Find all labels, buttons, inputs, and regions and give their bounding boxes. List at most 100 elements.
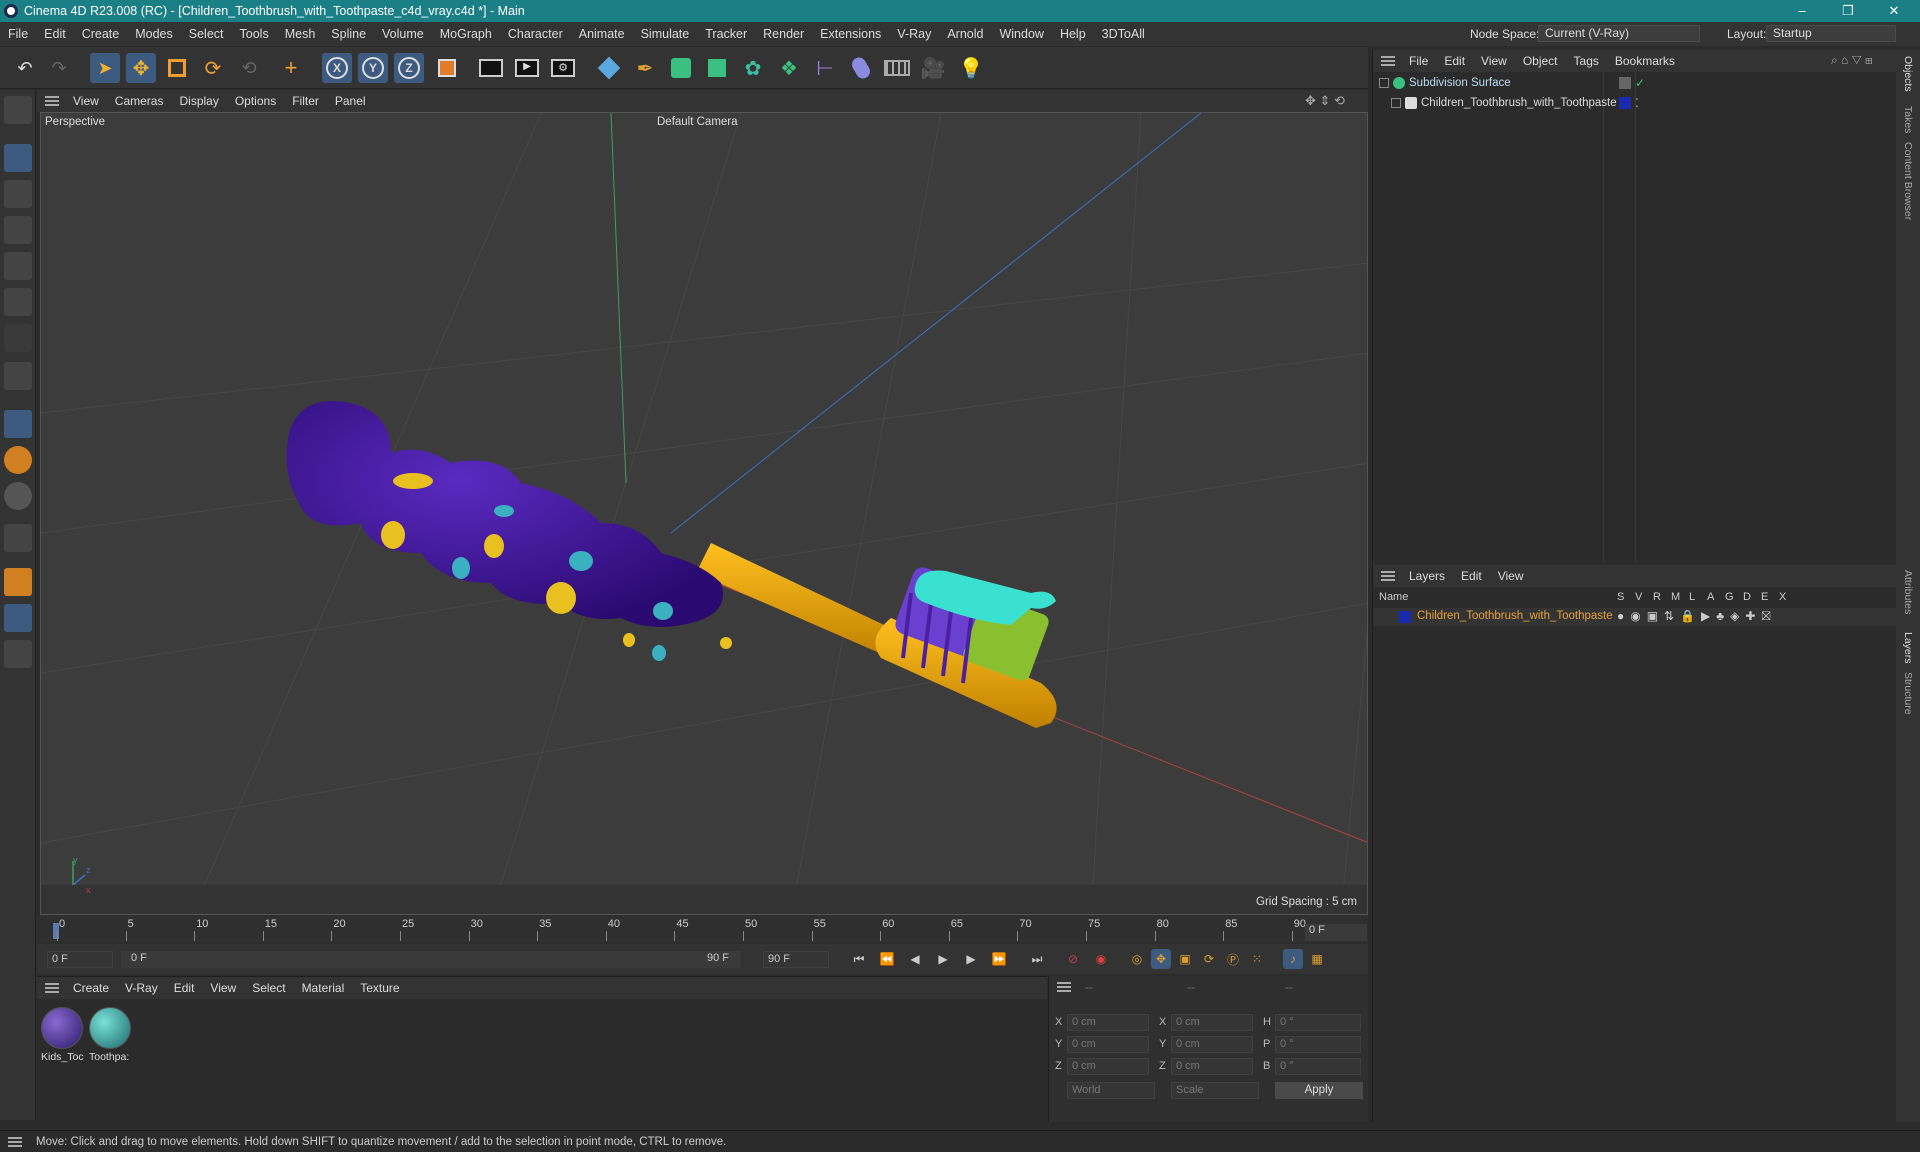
material-menu-texture[interactable]: Texture [352, 981, 407, 995]
layer-toggle-icons[interactable]: ●◉▣⇅🔒▶♣◈✚⛝ [1617, 609, 1777, 624]
coordinates-menu-icon[interactable] [1057, 982, 1071, 992]
size-y-field[interactable]: 0 cm [1171, 1036, 1253, 1053]
key-parameter-icon[interactable]: Ⓟ [1223, 949, 1243, 969]
locked-workplane-icon[interactable] [4, 640, 32, 668]
layer-menu-layers[interactable]: Layers [1401, 569, 1453, 583]
go-to-end-icon[interactable]: ⏭ [1027, 949, 1047, 969]
layer-menu-view[interactable]: View [1490, 569, 1532, 583]
apply-button[interactable]: Apply [1275, 1082, 1363, 1099]
menu-3dtoall[interactable]: 3DToAll [1094, 27, 1153, 41]
rotation-h-field[interactable]: 0 ° [1275, 1014, 1361, 1031]
timeline-icon[interactable]: ▦ [1307, 949, 1327, 969]
material-thumb[interactable]: Kids_Toc [41, 1007, 85, 1065]
layout-select[interactable]: Startup [1766, 25, 1896, 42]
expand-icon[interactable] [1379, 78, 1389, 88]
object-name[interactable]: Children_Toothbrush_with_Toothpaste [1421, 97, 1617, 109]
tab-content-browser[interactable]: Content Browser [1902, 142, 1914, 220]
menu-spline[interactable]: Spline [323, 27, 374, 41]
axis-mode-icon[interactable] [4, 362, 32, 390]
menu-tracker[interactable]: Tracker [697, 27, 755, 41]
magnet-icon[interactable] [4, 524, 32, 552]
object-menu-icon[interactable] [1381, 56, 1395, 66]
render-view-icon[interactable] [476, 53, 506, 83]
material-menu-material[interactable]: Material [294, 981, 353, 995]
object-menu-bookmarks[interactable]: Bookmarks [1607, 54, 1683, 68]
viewport-menu-icon[interactable] [45, 96, 59, 106]
material-thumb[interactable]: Toothpa: [89, 1007, 133, 1065]
redo-icon[interactable]: ↷ [44, 53, 74, 83]
light-icon[interactable]: 💡 [956, 53, 986, 83]
undo-icon[interactable]: ↶ [10, 53, 40, 83]
viewport-menu-display[interactable]: Display [171, 94, 226, 108]
pen-icon[interactable]: ✒ [630, 53, 660, 83]
tab-layers[interactable]: Layers [1902, 632, 1914, 664]
perspective-viewport[interactable]: Perspective Default Camera y z x Grid Sp… [40, 112, 1368, 915]
add-icon[interactable]: + [276, 53, 306, 83]
object-search-icon[interactable]: ⌕ ⌂ ▽ ⊞ [1823, 53, 1881, 68]
size-mode-select[interactable]: Scale [1171, 1082, 1259, 1099]
key-pla-icon[interactable]: ⁙ [1247, 949, 1267, 969]
node-space-select[interactable]: Current (V-Ray) [1538, 25, 1700, 42]
viewport-menu-options[interactable]: Options [227, 94, 284, 108]
menu-character[interactable]: Character [500, 27, 571, 41]
menu-edit[interactable]: Edit [36, 27, 74, 41]
coordinate-mode-select[interactable]: World [1067, 1082, 1155, 1099]
menu-vray[interactable]: V-Ray [889, 27, 939, 41]
tab-attributes[interactable]: Attributes [1902, 570, 1914, 614]
deformer-enable-icon[interactable] [1619, 77, 1631, 89]
grid-icon[interactable] [4, 604, 32, 632]
material-menu-edit[interactable]: Edit [166, 981, 203, 995]
visibility-dots-icon[interactable]: ⁚ [1635, 96, 1639, 110]
material-menu-vray[interactable]: V-Ray [117, 981, 166, 995]
menu-extensions[interactable]: Extensions [812, 27, 889, 41]
object-menu-object[interactable]: Object [1515, 54, 1566, 68]
z-axis-icon[interactable]: Z [394, 53, 424, 83]
position-x-field[interactable]: 0 cm [1067, 1014, 1149, 1031]
floor-icon[interactable] [882, 53, 912, 83]
layer-menu-icon[interactable] [1381, 571, 1395, 581]
timeline-ruler[interactable]: 0 5 10 15 20 25 30 35 40 45 50 55 60 65 70 75 80 85 90 0 F [37, 915, 1368, 943]
move-icon[interactable]: ✥ [126, 53, 156, 83]
menu-select[interactable]: Select [181, 27, 232, 41]
menu-volume[interactable]: Volume [374, 27, 432, 41]
polygons-mode-icon[interactable] [4, 288, 32, 316]
record-keys-icon[interactable]: ⊘ [1063, 949, 1083, 969]
next-frame-icon[interactable]: ▶ [961, 949, 981, 969]
expand-icon[interactable] [1391, 98, 1401, 108]
restore-button[interactable]: ❐ [1826, 0, 1870, 22]
prev-key-icon[interactable]: ⏪ [877, 949, 897, 969]
minimize-button[interactable]: – [1780, 0, 1824, 22]
material-menu-select[interactable]: Select [244, 981, 293, 995]
layer-row[interactable]: Children_Toothbrush_with_Toothpaste ●◉▣⇅… [1373, 608, 1897, 626]
play-icon[interactable]: ▶ [933, 949, 953, 969]
uv-mode-icon[interactable] [4, 324, 32, 352]
status-menu-icon[interactable] [8, 1136, 22, 1147]
model-mode-icon[interactable] [4, 144, 32, 172]
auto-key-icon[interactable]: ◉ [1091, 949, 1111, 969]
layer-name[interactable]: Children_Toothbrush_with_Toothpaste [1417, 610, 1613, 622]
extrude-icon[interactable] [702, 53, 732, 83]
menu-animate[interactable]: Animate [571, 27, 633, 41]
workplane-icon[interactable] [4, 568, 32, 596]
tab-takes[interactable]: Takes [1902, 106, 1914, 133]
key-position-icon[interactable]: ✥ [1151, 949, 1171, 969]
render-picture-viewer-icon[interactable]: ▶ [512, 53, 542, 83]
scale-icon[interactable] [162, 53, 192, 83]
size-z-field[interactable]: 0 cm [1171, 1058, 1253, 1075]
mograph-icon[interactable]: ❖ [774, 53, 804, 83]
object-menu-file[interactable]: File [1401, 54, 1436, 68]
menu-file[interactable]: File [0, 27, 36, 41]
material-menu-icon[interactable] [45, 983, 59, 993]
snap-icon[interactable] [4, 410, 32, 438]
keyframe-selection-icon[interactable]: ◎ [1127, 949, 1147, 969]
layer-color-swatch[interactable] [1619, 97, 1631, 109]
camera-label[interactable]: Default Camera [657, 116, 738, 128]
object-name[interactable]: Subdivision Surface [1409, 77, 1511, 89]
current-frame-field[interactable]: 0 F [1305, 924, 1367, 941]
rotate-icon[interactable]: ⟳ [198, 53, 228, 83]
rotation-b-field[interactable]: 0 ° [1275, 1058, 1361, 1075]
key-rotation-icon[interactable]: ⟳ [1199, 949, 1219, 969]
viewport-menu-view[interactable]: View [65, 94, 107, 108]
menu-window[interactable]: Window [991, 27, 1051, 41]
position-y-field[interactable]: 0 cm [1067, 1036, 1149, 1053]
